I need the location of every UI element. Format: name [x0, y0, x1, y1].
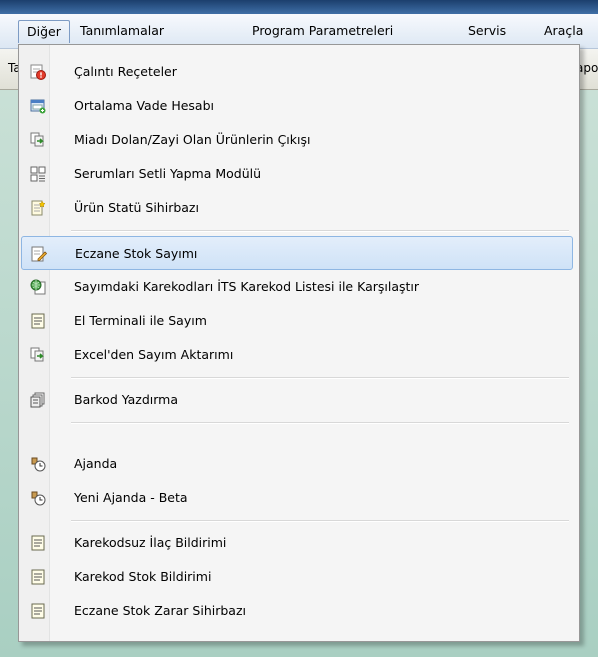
window-titlebar	[0, 0, 598, 14]
menu-separator	[71, 422, 569, 424]
export-documents-icon	[30, 132, 46, 148]
menu-item-serumlari-setli-yapma[interactable]: Serumları Setli Yapma Modülü	[21, 157, 573, 191]
diger-dropdown-menu: Çalıntı Reçeteler Ortalama Vade Hesabı M…	[18, 44, 580, 642]
menu-item-label: Yeni Ajanda - Beta	[74, 490, 188, 505]
document-icon	[30, 569, 46, 585]
serum-set-icon	[30, 166, 46, 182]
menu-item-calinti-receteler[interactable]: Çalıntı Reçeteler	[21, 55, 573, 89]
calculator-window-icon	[30, 98, 46, 114]
compare-globe-icon	[30, 279, 46, 295]
menu-item-label: Karekod Stok Bildirimi	[74, 569, 212, 584]
document-icon	[30, 313, 46, 329]
menu-item-barkod-yazdirma[interactable]: Barkod Yazdırma	[21, 383, 573, 417]
menu-tanimlamalar[interactable]: Tanımlamalar	[72, 20, 172, 42]
menu-item-karekod-stok-bildirimi[interactable]: Karekod Stok Bildirimi	[21, 560, 573, 594]
menu-item-miadi-dolan-urunler[interactable]: Miadı Dolan/Zayi Olan Ürünlerin Çıkışı	[21, 123, 573, 157]
print-barcode-icon	[30, 392, 46, 408]
menu-item-label: Karekodsuz İlaç Bildirimi	[74, 535, 227, 550]
menu-item-label: Sayımdaki Karekodları İTS Karekod Listes…	[74, 279, 420, 294]
menu-item-ortalama-vade-hesabi[interactable]: Ortalama Vade Hesabı	[21, 89, 573, 123]
menu-item-urun-statu-sihirbazi[interactable]: Ürün Statü Sihirbazı	[21, 191, 573, 225]
menu-item-karekodsuz-ilac-bildirimi[interactable]: Karekodsuz İlaç Bildirimi	[21, 526, 573, 560]
menu-item-el-terminali-ile-sayim[interactable]: El Terminali ile Sayım	[21, 304, 573, 338]
menu-servis[interactable]: Servis	[460, 20, 514, 42]
agenda-clock-icon	[30, 490, 46, 506]
export-documents-icon	[30, 347, 46, 363]
menu-item-label: El Terminali ile Sayım	[74, 313, 207, 328]
menu-item-label: Ürün Statü Sihirbazı	[74, 200, 199, 215]
menu-item-label: Barkod Yazdırma	[74, 392, 179, 407]
document-icon	[30, 603, 46, 619]
menu-separator	[71, 520, 569, 522]
document-icon	[30, 535, 46, 551]
menu-item-label: Eczane Stok Zarar Sihirbazı	[74, 603, 246, 618]
menu-item-label: Miadı Dolan/Zayi Olan Ürünlerin Çıkışı	[74, 132, 311, 147]
menu-program-parametreleri[interactable]: Program Parametreleri	[244, 20, 401, 42]
menu-item-label: Excel'den Sayım Aktarımı	[74, 347, 234, 362]
menu-item-label: Serumları Setli Yapma Modülü	[74, 166, 262, 181]
agenda-clock-icon	[30, 456, 46, 472]
menu-item-label: Çalıntı Reçeteler	[74, 64, 177, 79]
wizard-document-icon	[30, 200, 46, 216]
menu-item-excelden-sayim-aktarimi[interactable]: Excel'den Sayım Aktarımı	[21, 338, 573, 372]
menu-item-label: Ajanda	[74, 456, 118, 471]
menu-separator	[71, 377, 569, 379]
menu-diger[interactable]: Diğer	[18, 20, 70, 43]
menu-item-ajanda[interactable]: Ajanda	[21, 447, 573, 481]
stock-count-icon	[31, 246, 48, 262]
stolen-prescription-icon	[30, 64, 46, 80]
menu-item-eczane-stok-zarar-sihirbazi[interactable]: Eczane Stok Zarar Sihirbazı	[21, 594, 573, 628]
menu-item-karekod-karsilastir[interactable]: Sayımdaki Karekodları İTS Karekod Listes…	[21, 270, 573, 304]
menu-item-eczane-stok-sayimi[interactable]: Eczane Stok Sayımı	[21, 236, 573, 270]
menu-araclar[interactable]: Araçla	[536, 20, 591, 42]
menu-item-yeni-ajanda-beta[interactable]: Yeni Ajanda - Beta	[21, 481, 573, 515]
menu-item-label: Eczane Stok Sayımı	[75, 246, 198, 261]
menu-item-label: Ortalama Vade Hesabı	[74, 98, 214, 113]
menu-separator	[71, 230, 569, 232]
